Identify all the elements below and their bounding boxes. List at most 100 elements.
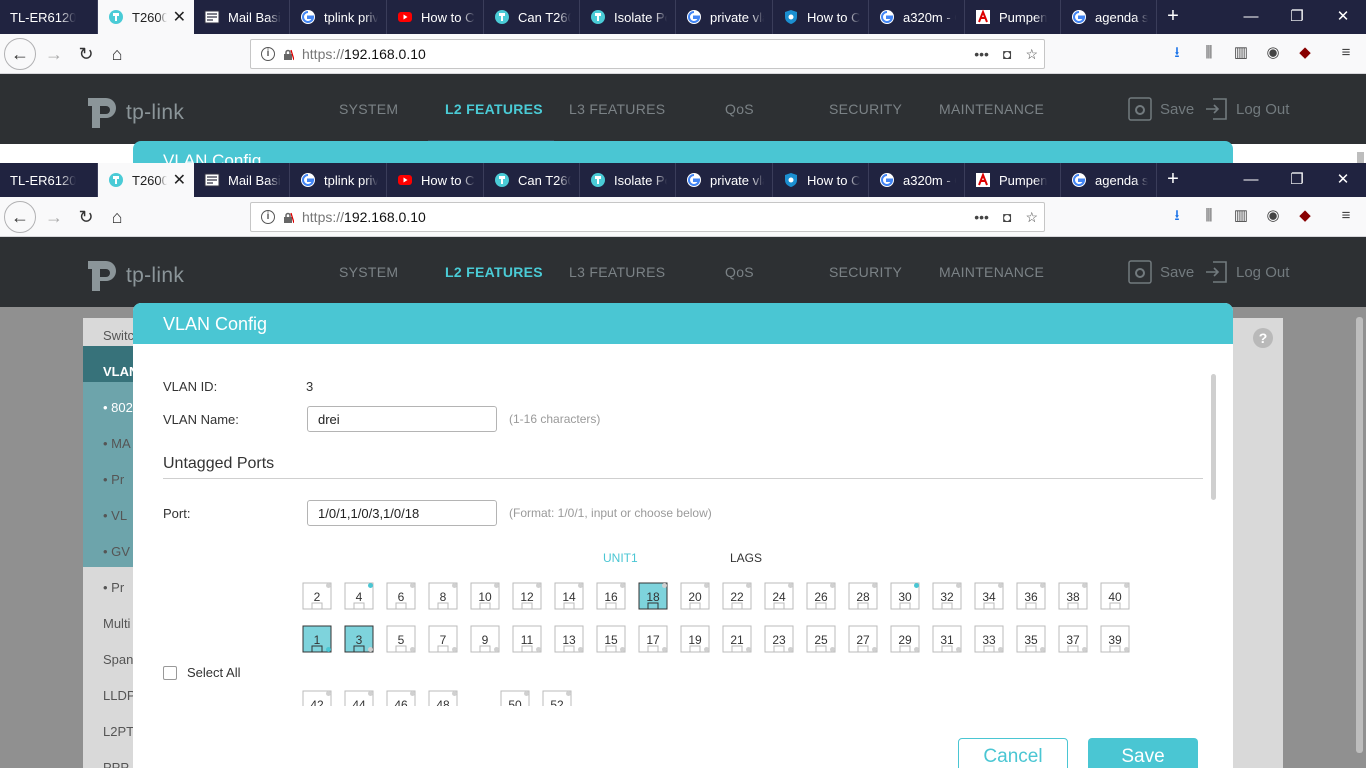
- modal-scrollbar[interactable]: [1211, 374, 1216, 500]
- tab-12[interactable]: agenda sc: [1061, 0, 1157, 34]
- tab-lags[interactable]: LAGS: [730, 551, 762, 565]
- tab-7[interactable]: Isolate Por: [580, 163, 676, 197]
- sidebar-item-11[interactable]: LLDP: [103, 688, 136, 703]
- port-5[interactable]: 5: [386, 625, 416, 653]
- more-icon[interactable]: •••: [974, 46, 989, 63]
- home-button[interactable]: ⌂: [101, 38, 133, 70]
- tab-11[interactable]: Pumpen: [965, 0, 1061, 34]
- library-icon[interactable]: ⫼: [1198, 205, 1220, 227]
- select-all-checkbox[interactable]: [163, 665, 177, 680]
- port-2[interactable]: 2: [302, 582, 332, 610]
- port-27[interactable]: 27: [848, 625, 878, 653]
- port-44[interactable]: 44: [344, 690, 374, 706]
- tab-1[interactable]: TL-ER6120: [0, 0, 98, 34]
- tab-12[interactable]: agenda sc: [1061, 163, 1157, 197]
- account-icon[interactable]: ◉: [1262, 205, 1284, 227]
- tab-3[interactable]: Mail Basic: [194, 0, 290, 34]
- menu-qos[interactable]: QoS: [725, 101, 754, 117]
- port-13[interactable]: 13: [554, 625, 584, 653]
- menu-maintenance[interactable]: MAINTENANCE: [939, 101, 1044, 117]
- select-all[interactable]: Select All: [163, 665, 240, 680]
- port-8[interactable]: 8: [428, 582, 458, 610]
- tab-6[interactable]: Can T2600: [484, 0, 580, 34]
- tab-7[interactable]: Isolate Por: [580, 0, 676, 34]
- header-save-button[interactable]: Save: [1128, 97, 1194, 121]
- tab-unit1[interactable]: UNIT1: [603, 551, 638, 565]
- port-33[interactable]: 33: [974, 625, 1004, 653]
- port-12[interactable]: 12: [512, 582, 542, 610]
- header-save-button[interactable]: Save: [1128, 260, 1194, 284]
- close-window-button[interactable]: ✕: [1320, 163, 1366, 197]
- logout-button[interactable]: Log Out: [1204, 260, 1289, 284]
- tab-9[interactable]: How to Co: [773, 163, 869, 197]
- port-16[interactable]: 16: [596, 582, 626, 610]
- sidebar-item-3[interactable]: • 802: [103, 400, 133, 415]
- save-button[interactable]: Save: [1088, 738, 1198, 768]
- port-42[interactable]: 42: [302, 690, 332, 706]
- tab-6[interactable]: Can T2600: [484, 163, 580, 197]
- tab-2[interactable]: T2600G✕: [98, 163, 194, 197]
- menu-l2-features[interactable]: L2 FEATURES: [445, 264, 543, 280]
- port-4[interactable]: 4: [344, 582, 374, 610]
- menu-icon[interactable]: ≡: [1335, 42, 1357, 64]
- menu-l3-features[interactable]: L3 FEATURES: [569, 101, 665, 117]
- reload-button[interactable]: ↻: [70, 201, 102, 233]
- port-24[interactable]: 24: [764, 582, 794, 610]
- port-6[interactable]: 6: [386, 582, 416, 610]
- menu-security[interactable]: SECURITY: [829, 101, 902, 117]
- port-36[interactable]: 36: [1016, 582, 1046, 610]
- bookmark-star-icon[interactable]: ☆: [1025, 46, 1038, 63]
- tab-8[interactable]: private vla: [676, 0, 773, 34]
- port-32[interactable]: 32: [932, 582, 962, 610]
- sidebar-icon[interactable]: ▥: [1230, 42, 1252, 64]
- minimize-button[interactable]: —: [1228, 0, 1274, 34]
- sidebar-item-13[interactable]: PPP: [103, 760, 129, 768]
- port-34[interactable]: 34: [974, 582, 1004, 610]
- port-38[interactable]: 38: [1058, 582, 1088, 610]
- tab-3[interactable]: Mail Basic: [194, 163, 290, 197]
- sidebar-item-7[interactable]: • GV: [103, 544, 130, 559]
- help-icon[interactable]: ?: [1253, 328, 1273, 348]
- tab-10[interactable]: a320m - G: [869, 0, 965, 34]
- port-15[interactable]: 15: [596, 625, 626, 653]
- tab-9[interactable]: How to Co: [773, 0, 869, 34]
- logout-button[interactable]: Log Out: [1204, 97, 1289, 121]
- reload-button[interactable]: ↻: [70, 38, 102, 70]
- port-50[interactable]: 50: [500, 690, 530, 706]
- port-40[interactable]: 40: [1100, 582, 1130, 610]
- info-icon[interactable]: i: [261, 47, 275, 61]
- port-29[interactable]: 29: [890, 625, 920, 653]
- download-icon[interactable]: ⭳: [1166, 205, 1188, 227]
- port-3[interactable]: 3: [344, 625, 374, 653]
- sidebar-item-10[interactable]: Span: [103, 652, 133, 667]
- forward-button[interactable]: →: [38, 38, 70, 70]
- restore-button[interactable]: ❐: [1274, 163, 1320, 197]
- sidebar-item-8[interactable]: • Pr: [103, 580, 124, 595]
- port-1[interactable]: 1: [302, 625, 332, 653]
- port-11[interactable]: 11: [512, 625, 542, 653]
- scrollbar[interactable]: [1357, 152, 1364, 163]
- home-button[interactable]: ⌂: [101, 201, 133, 233]
- pocket-icon[interactable]: ◘: [1003, 46, 1011, 63]
- page-scrollbar[interactable]: [1356, 317, 1363, 753]
- menu-icon[interactable]: ≡: [1335, 205, 1357, 227]
- port-25[interactable]: 25: [806, 625, 836, 653]
- port-14[interactable]: 14: [554, 582, 584, 610]
- info-icon[interactable]: i: [261, 210, 275, 224]
- menu-qos[interactable]: QoS: [725, 264, 754, 280]
- address-bar[interactable]: i https://192.168.0.10 ••• ◘ ☆: [250, 39, 1045, 69]
- bookmark-star-icon[interactable]: ☆: [1025, 209, 1038, 226]
- url-text[interactable]: https://192.168.0.10: [302, 46, 426, 62]
- download-icon[interactable]: ⭳: [1166, 42, 1188, 64]
- menu-security[interactable]: SECURITY: [829, 264, 902, 280]
- close-tab-icon[interactable]: ✕: [167, 7, 186, 27]
- port-48[interactable]: 48: [428, 690, 458, 706]
- port-37[interactable]: 37: [1058, 625, 1088, 653]
- port-18[interactable]: 18: [638, 582, 668, 610]
- port-10[interactable]: 10: [470, 582, 500, 610]
- library-icon[interactable]: ⫼: [1198, 42, 1220, 64]
- sidebar-item-1[interactable]: Switc: [103, 328, 134, 343]
- account-icon[interactable]: ◉: [1262, 42, 1284, 64]
- tab-1[interactable]: TL-ER6120: [0, 163, 98, 197]
- restore-button[interactable]: ❐: [1274, 0, 1320, 34]
